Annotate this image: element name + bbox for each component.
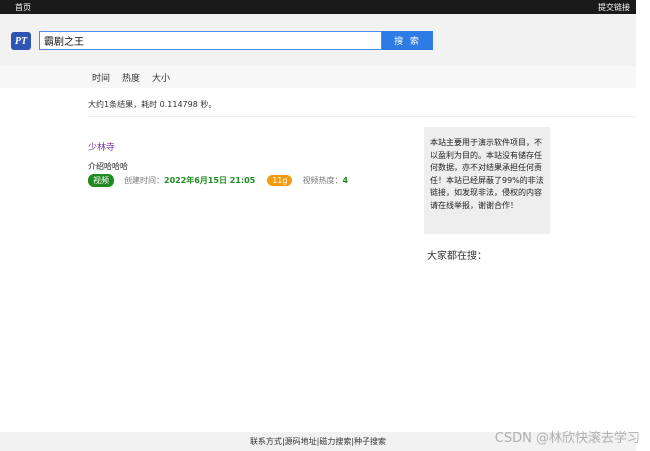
results-summary: 大约1条结果，耗时 0.114798 秒。 (88, 100, 217, 109)
footer-seed-link[interactable]: 种子搜索 (354, 436, 386, 447)
footer-contact-link[interactable]: 联系方式 (250, 436, 282, 447)
sort-popularity[interactable]: 热度 (122, 71, 140, 84)
search-button[interactable]: 搜 索 (382, 31, 433, 50)
home-link[interactable]: 首页 (15, 2, 31, 13)
sort-bar: 时间 热度 大小 (0, 66, 636, 88)
sort-size[interactable]: 大小 (152, 71, 170, 84)
footer-source-link[interactable]: 源码地址 (285, 436, 317, 447)
footer-magnet-link[interactable]: 磁力搜索 (319, 436, 351, 447)
search-input[interactable] (39, 31, 382, 50)
sort-time[interactable]: 时间 (92, 71, 110, 84)
heat-value: 4 (342, 176, 349, 185)
created-value: 2022年6月15日 21:05 (164, 176, 256, 185)
result-meta: 视频 创建时间： 2022年6月15日 21:05 11g 视频热度： 4 (88, 174, 408, 187)
result-description: 介绍哈哈哈 (88, 162, 128, 171)
divider (88, 116, 636, 117)
watermark: CSDN @林欣快滚去学习 (494, 431, 640, 446)
site-notice: 本站主要用于演示软件项目，不以盈利为目的。本站没有储存任何数据，亦不对结果承担任… (424, 127, 550, 234)
size-badge: 11g (267, 175, 293, 186)
submit-link[interactable]: 提交链接 (598, 2, 630, 13)
heat-label: 视频热度： (302, 176, 343, 185)
list-item: 少林寺 介绍哈哈哈 视频 创建时间： 2022年6月15日 21:05 11g … (88, 140, 408, 187)
site-logo-icon[interactable]: PT (11, 32, 31, 50)
type-badge: 视频 (88, 174, 114, 187)
popular-searches-heading: 大家都在搜： (427, 251, 487, 262)
created-label: 创建时间： (124, 176, 164, 185)
result-title-link[interactable]: 少林寺 (88, 140, 408, 153)
search-header: PT 搜 索 (0, 14, 636, 66)
top-bar: 首页 提交链接 (0, 0, 636, 14)
